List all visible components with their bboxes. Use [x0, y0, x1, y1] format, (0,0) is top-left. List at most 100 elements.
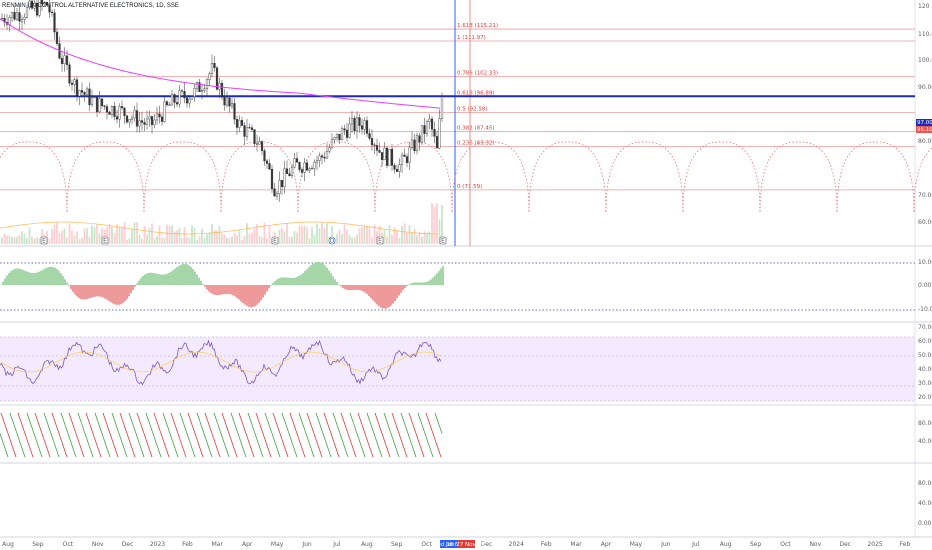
osc-bar [274, 281, 276, 285]
osc-bar [50, 266, 52, 285]
volume-bar [361, 227, 363, 244]
candle-body [323, 156, 326, 159]
candle-body [205, 79, 209, 90]
osc-bar [244, 285, 246, 305]
osc-bar [252, 285, 254, 308]
osc-bar [122, 285, 124, 304]
osc-bar [232, 285, 234, 296]
candle-body [350, 118, 354, 125]
cycle-arc [528, 141, 607, 213]
osc-bar [254, 285, 256, 307]
volume-bar [416, 235, 418, 244]
osc-bar [292, 277, 294, 285]
time-axis-label: 2024 [509, 541, 524, 548]
candle-body [95, 96, 99, 113]
osc-bar [198, 277, 200, 285]
osc-bar [202, 283, 204, 285]
osc-bar [148, 272, 150, 285]
volume-bar [11, 237, 13, 244]
osc-bar [172, 270, 174, 285]
chart-window[interactable]: 1.618 (115.21) 1 (111.97) 0.786 (102.33) 0.… [0, 0, 932, 550]
volume-bar [268, 225, 271, 244]
candle-body [440, 96, 444, 119]
volume-bar [341, 233, 343, 244]
osc-bar [400, 285, 402, 293]
osc-bar [334, 279, 336, 285]
osc-bar [350, 285, 352, 291]
osc-bar [290, 277, 292, 285]
event-marker-label: E [273, 238, 277, 245]
osc-bar [372, 285, 374, 301]
volume-bar [363, 226, 366, 244]
osc-bar [192, 268, 194, 285]
candle-body [288, 173, 291, 177]
candle-body [113, 106, 116, 117]
candle-body [13, 12, 16, 20]
volume-bar [111, 227, 113, 244]
volume-bar [86, 228, 88, 244]
cycle-arc [0, 141, 68, 213]
osc-bar [302, 272, 304, 285]
osc-bar [286, 277, 288, 285]
candle-body [78, 90, 81, 97]
osc-bar [410, 283, 412, 285]
candle-body [148, 116, 151, 120]
volume-bar [18, 235, 21, 244]
time-axis-label: Aug [2, 541, 14, 548]
candle-body [283, 168, 286, 187]
chart-canvas[interactable]: 1.618 (115.21) 1 (111.97) 0.786 (102.33) 0.… [0, 0, 932, 550]
volume-bar [63, 228, 66, 244]
candle-body [348, 123, 351, 138]
volume-bar [261, 237, 263, 244]
volume-bar [408, 225, 411, 244]
osc-bar [184, 263, 186, 285]
volume-bar [391, 234, 393, 244]
candle-body [338, 133, 341, 141]
candle-body [318, 155, 321, 161]
price-axis-label: 70.00 [918, 192, 932, 199]
candle-body [433, 129, 436, 137]
cycle-arc [220, 141, 299, 213]
volume-bar [421, 236, 423, 244]
volume-bar [296, 232, 298, 244]
time-axis-label: Oct [63, 541, 74, 548]
volume-bar [343, 224, 346, 244]
time-axis-label: Aug [720, 541, 732, 548]
time-axis-label: Mar [212, 541, 224, 548]
osc-bar [194, 271, 196, 285]
osc-bar [234, 285, 236, 297]
osc-bar [100, 285, 102, 297]
osc-bar [328, 270, 330, 285]
volume-bar [351, 237, 353, 244]
osc-bar [396, 285, 398, 299]
osc-bar [126, 285, 128, 300]
osc-bar [442, 266, 444, 285]
candle-body [103, 105, 106, 107]
volume-bar [326, 223, 328, 244]
volume-bar [278, 229, 281, 244]
candle-body [335, 133, 339, 138]
osc-bar [158, 274, 160, 285]
osc-bar [248, 285, 250, 307]
osc-bar [360, 285, 362, 291]
candle-body [55, 31, 59, 44]
volume-bar [306, 227, 308, 244]
osc-bar [296, 276, 298, 285]
candle-body [153, 119, 156, 125]
osc-bar [306, 269, 308, 285]
candle-body [68, 64, 71, 84]
stoch-d-line [0, 412, 443, 458]
osc-bar [200, 280, 202, 285]
osc-bar [30, 272, 32, 285]
volume-bar [356, 234, 358, 244]
candle-body [158, 113, 161, 118]
osc-bar [116, 285, 118, 305]
candle-body [263, 150, 266, 162]
volume-bar [166, 224, 168, 244]
candle-body [210, 63, 214, 74]
osc-bar [28, 272, 30, 285]
volume-bar [66, 237, 68, 244]
time-axis-label: Jun [301, 541, 312, 548]
rsi-axis-label: 60.00 [918, 338, 932, 345]
volume-bar [131, 228, 133, 244]
